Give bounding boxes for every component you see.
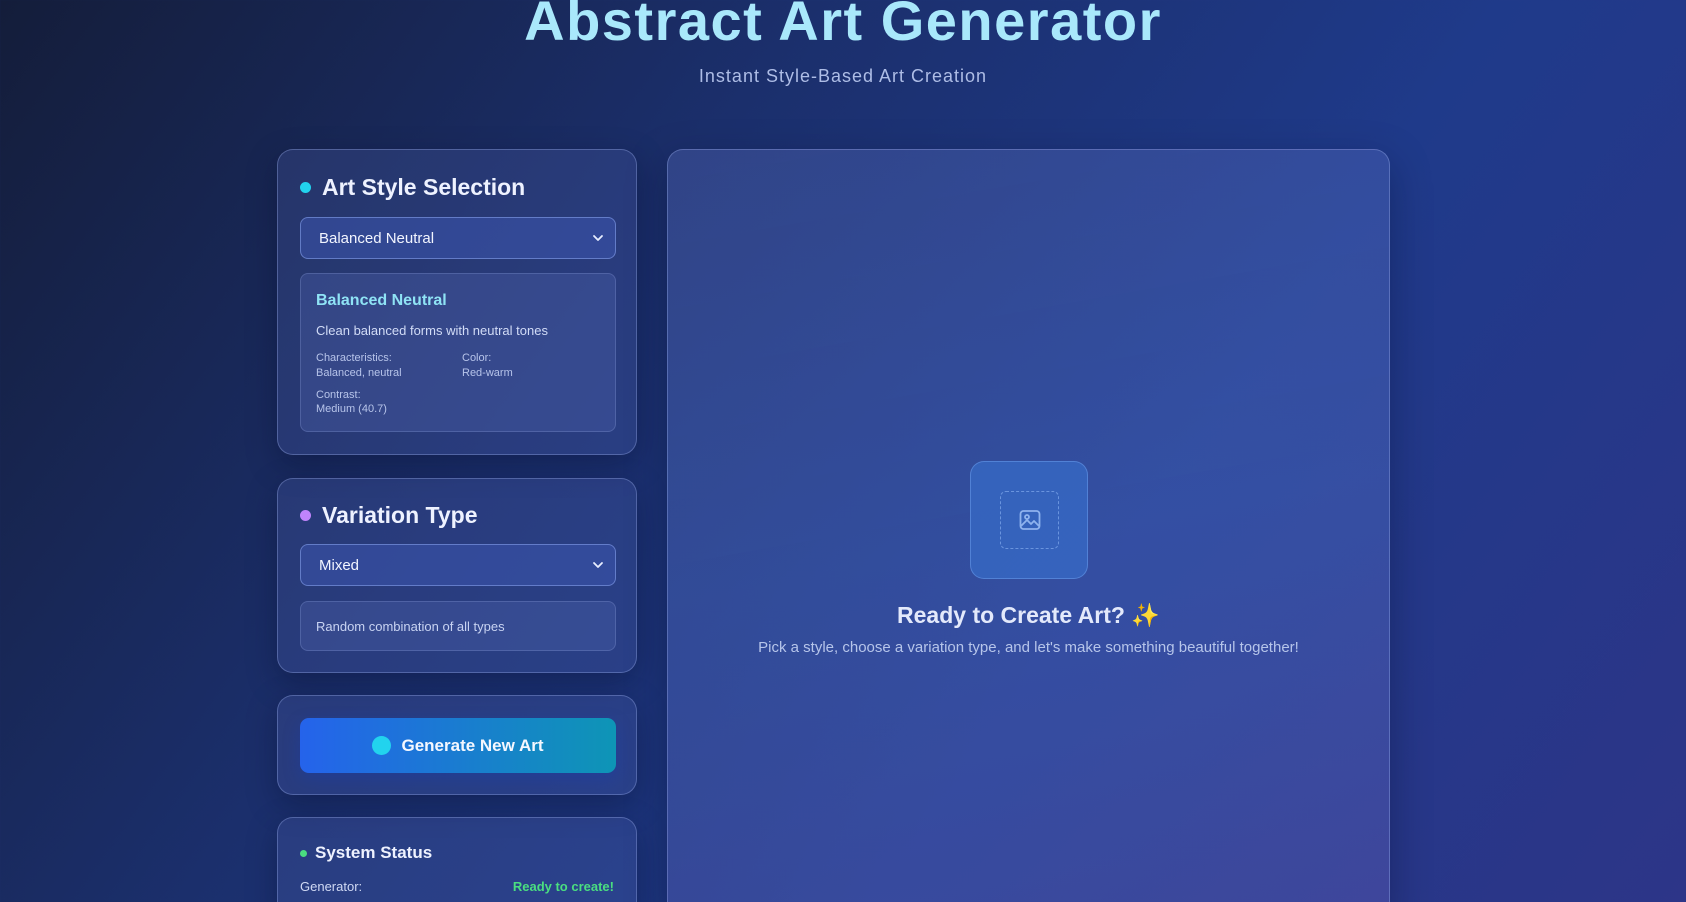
style-info-description: Clean balanced forms with neutral tones	[316, 323, 548, 338]
contrast-value: Medium (40.7)	[316, 403, 387, 415]
variation-select[interactable]: Mixed	[300, 544, 616, 586]
cyan-dot-icon	[300, 182, 311, 193]
generate-card: Generate New Art	[277, 695, 637, 795]
generate-dot-icon	[372, 736, 392, 755]
status-heading: System Status	[300, 843, 432, 863]
system-status-card: System Status Generator: Ready to create…	[277, 817, 637, 902]
page-subtitle: Instant Style-Based Art Creation	[698, 66, 988, 86]
image-icon	[1019, 510, 1040, 530]
art-style-title: Art Style Selection	[322, 174, 526, 200]
placeholder-frame	[970, 461, 1088, 579]
generator-label: Generator:	[300, 879, 363, 894]
page-title: Abstract Art Generator	[524, 0, 1162, 52]
characteristics-value: Balanced, neutral	[316, 367, 402, 379]
variation-heading: Variation Type	[300, 502, 478, 529]
purple-dot-icon	[300, 510, 311, 521]
variation-description: Random combination of all types	[316, 619, 505, 634]
generate-button[interactable]: Generate New Art	[300, 718, 616, 773]
generate-button-label: Generate New Art	[401, 735, 544, 755]
contrast-label: Contrast:	[316, 389, 361, 401]
status-title: System Status	[315, 843, 433, 862]
characteristics-label: Characteristics:	[316, 352, 392, 364]
art-style-heading: Art Style Selection	[300, 174, 525, 201]
chevron-down-icon	[593, 235, 603, 241]
color-label: Color:	[462, 352, 492, 364]
generator-status-value: Ready to create!	[512, 879, 614, 894]
style-info-box: Balanced Neutral Clean balanced forms wi…	[300, 273, 616, 432]
variation-title: Variation Type	[322, 502, 478, 528]
chevron-down-icon	[593, 562, 603, 568]
art-style-card: Art Style Selection Balanced Neutral Bal…	[277, 149, 637, 455]
variation-info-box: Random combination of all types	[300, 601, 616, 651]
variation-type-card: Variation Type Mixed Random combination …	[277, 478, 637, 673]
preview-heading: Ready to Create Art? ✨	[897, 602, 1160, 628]
art-style-selected-value: Balanced Neutral	[319, 229, 435, 247]
art-preview-area: Ready to Create Art? ✨ Pick a style, cho…	[667, 149, 1390, 902]
style-info-name: Balanced Neutral	[316, 292, 447, 309]
placeholder-inner	[1000, 491, 1059, 549]
preview-message: Pick a style, choose a variation type, a…	[758, 639, 1299, 656]
variation-selected-value: Mixed	[319, 556, 360, 574]
art-style-select[interactable]: Balanced Neutral	[300, 217, 616, 259]
color-value: Red-warm	[462, 367, 513, 379]
green-dot-icon	[300, 849, 307, 857]
